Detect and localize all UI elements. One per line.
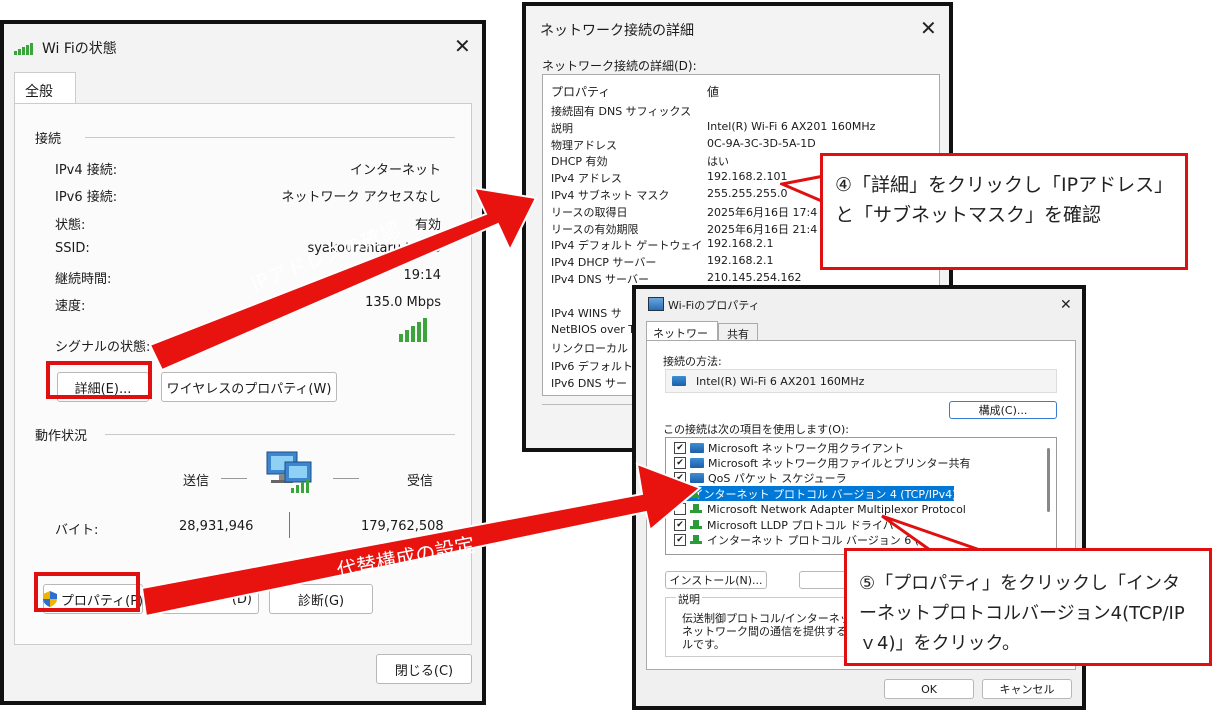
arrow-alt-config [140,462,702,618]
